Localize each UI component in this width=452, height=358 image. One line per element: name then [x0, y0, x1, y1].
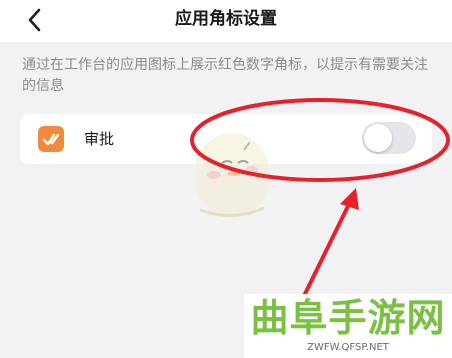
approval-app-icon [38, 126, 64, 152]
page-title: 应用角标设置 [175, 9, 277, 29]
approval-label: 审批 [84, 130, 115, 148]
watermark-title: 曲阜手游网 [250, 295, 446, 340]
settings-description: 通过在工作台的应用图标上展示红色数字角标，以提示有需要关注的信息 [22, 57, 428, 94]
approval-badge-toggle[interactable] [362, 122, 416, 154]
badge-setting-row-approval: 审批 [20, 114, 432, 164]
watermark-url: ZWFW.QFSP.NET [307, 342, 389, 353]
site-watermark: 曲阜手游网 ZWFW.QFSP.NET [244, 294, 452, 358]
top-bar: 应用角标设置 [0, 0, 452, 42]
approval-check-icon [42, 133, 60, 146]
toggle-knob [364, 124, 392, 152]
red-arrow-annotation [301, 188, 359, 300]
